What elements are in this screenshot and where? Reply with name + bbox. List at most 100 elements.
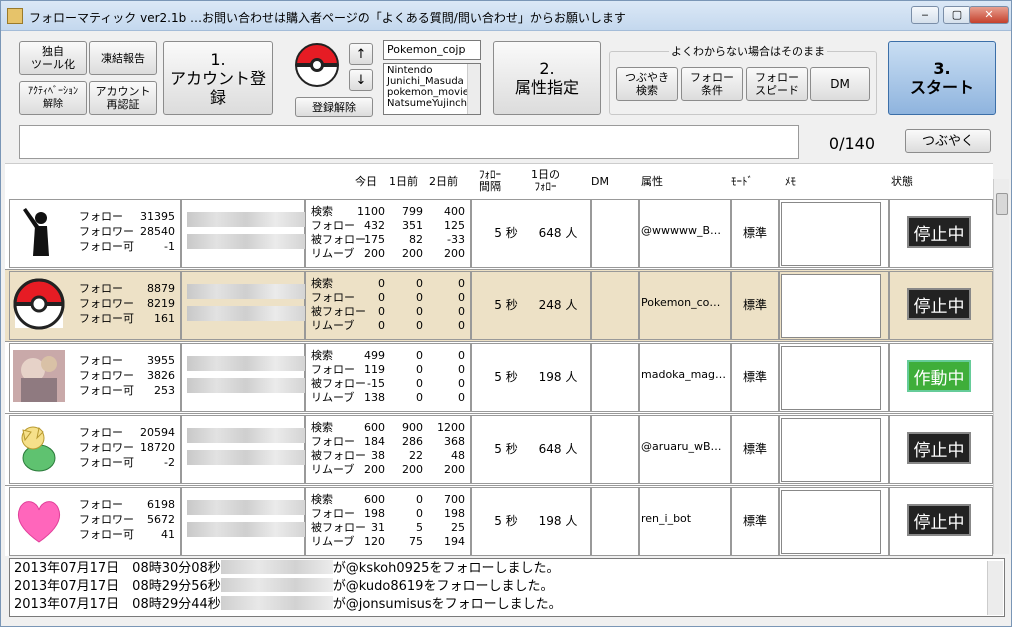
grid-value: 0 (378, 291, 385, 304)
activity-grid: 検索 600 900 1200 フォロー 184 286 368 被フォロー 38 22 48 リムーブ… (311, 421, 469, 477)
status-toggle-button[interactable]: 作動中 (907, 360, 971, 392)
account-list-scrollbar[interactable] (467, 64, 480, 114)
grid-value: 351 (402, 219, 423, 232)
header-1day: 1日前 (389, 175, 418, 188)
reauth-button[interactable]: アカウント 再認証 (89, 81, 157, 115)
grid-value: 499 (364, 349, 385, 362)
app-window: フォローマティック ver2.1b …お問い合わせは購入者ページの「よくある質問… (0, 0, 1012, 627)
follow-interval: 5 秒 (494, 298, 518, 312)
attribute-button[interactable]: 2. 属性指定 (493, 41, 601, 115)
status-toggle-button[interactable]: 停止中 (907, 504, 971, 536)
grid-value: 0 (416, 305, 423, 318)
list-item[interactable]: NatsumeYujincho (387, 98, 473, 109)
memo-field[interactable] (781, 346, 881, 410)
grid-value: 0 (416, 363, 423, 376)
stat-label: フォロワー (79, 513, 134, 526)
grid-value: 175 (364, 233, 385, 246)
grid-value: 200 (364, 247, 385, 260)
table-row[interactable]: フォロー 3955 フォロワー 3826 フォロー可 253 検索 499 0 0 フォロー 119 0… (5, 342, 993, 414)
table-scrollbar-thumb[interactable] (996, 193, 1008, 215)
daily-follow: 198 人 (538, 514, 578, 528)
grid-value: 0 (458, 319, 465, 332)
account-stats: フォロー 20594 フォロワー 18720 フォロー可 -2 (79, 425, 175, 471)
table-row[interactable]: フォロー 20594 フォロワー 18720 フォロー可 -2 検索 600 900 1200 フォ… (5, 414, 993, 486)
dokuji-tool-button[interactable]: 独自 ツール化 (19, 41, 87, 75)
header-daily: 1日の ﾌｫﾛｰ (531, 168, 560, 193)
grid-value: 700 (444, 493, 465, 506)
log-scrollbar[interactable] (987, 561, 1003, 615)
list-item[interactable]: pokemon_movie (387, 87, 469, 98)
header-memo: ﾒﾓ (785, 175, 796, 188)
status-toggle-button[interactable]: 停止中 (907, 432, 971, 464)
stat-value: 18720 (140, 441, 175, 454)
grid-value: 0 (458, 349, 465, 362)
memo-field[interactable] (781, 274, 881, 338)
tweet-input[interactable] (19, 125, 799, 159)
blurred-name (187, 212, 305, 227)
grid-value: 0 (458, 305, 465, 318)
list-item[interactable]: Nintendo (387, 65, 464, 76)
grid-label: リムーブ (311, 535, 355, 548)
status-toggle-button[interactable]: 停止中 (907, 288, 971, 320)
move-down-button[interactable]: ↓ (349, 69, 373, 91)
mode-value: 標準 (742, 298, 767, 312)
list-item[interactable]: Junichi_Masuda (387, 76, 464, 87)
header-today: 今日 (355, 175, 377, 188)
memo-field[interactable] (781, 418, 881, 482)
table-row[interactable]: フォロー 8879 フォロワー 8219 フォロー可 161 検索 0 0 0 フォロー 0 0 0 被フォ… (5, 270, 993, 342)
grid-value: 75 (409, 535, 423, 548)
grid-value: 432 (364, 219, 385, 232)
tweet-button[interactable]: つぶやく (905, 129, 991, 153)
grid-label: 被フォロー (311, 233, 366, 246)
grid-value: 1200 (437, 421, 465, 434)
stat-label: フォロー (79, 498, 123, 511)
tweet-search-button[interactable]: つぶやき 検索 (616, 67, 678, 101)
maximize-button[interactable]: ▢ (943, 6, 971, 24)
grid-value: 38 (371, 449, 385, 462)
blurred-name (187, 306, 305, 321)
grid-value: 0 (416, 349, 423, 362)
grid-value: 0 (378, 319, 385, 332)
table-row[interactable]: フォロー 6198 フォロワー 5672 フォロー可 41 検索 600 0 700 フォロー 198… (5, 486, 993, 556)
grid-value: 184 (364, 435, 385, 448)
memo-field[interactable] (781, 202, 881, 266)
stat-label: フォロー (79, 282, 123, 295)
account-stats: フォロー 8879 フォロワー 8219 フォロー可 161 (79, 281, 175, 327)
accounts-table: 今日 1日前 2日前 ﾌｫﾛｰ 間隔 1日の ﾌｫﾛｰ DM 属性 ﾓｰﾄﾞ ﾒ… (5, 163, 993, 556)
stat-label: フォロワー (79, 441, 134, 454)
stat-label: フォロー (79, 210, 123, 223)
grid-label: 被フォロー (311, 305, 366, 318)
stat-label: フォロワー (79, 369, 134, 382)
follow-condition-button[interactable]: フォロー 条件 (681, 67, 743, 101)
grid-value: 194 (444, 535, 465, 548)
account-input[interactable]: Pokemon_cojp (383, 40, 481, 60)
grid-value: 82 (409, 233, 423, 246)
status-toggle-button[interactable]: 停止中 (907, 216, 971, 248)
deactivate-button[interactable]: ｱｸﾃｨﾍﾞｰｼｮﾝ 解除 (19, 81, 87, 115)
stat-value: 6198 (147, 498, 175, 511)
photo-avatar (13, 350, 65, 402)
stat-value: 3955 (147, 354, 175, 367)
account-list[interactable]: Nintendo Junichi_Masuda pokemon_movie Na… (383, 63, 481, 115)
freeze-report-button[interactable]: 凍結報告 (89, 41, 157, 75)
table-scrollbar[interactable] (993, 179, 1009, 554)
minimize-button[interactable]: ‒ (911, 6, 939, 24)
table-row[interactable]: フォロー 31395 フォロワー 28540 フォロー可 -1 検索 1100 799 400 フォ… (5, 198, 993, 270)
app-icon (7, 8, 23, 24)
grid-value: 5 (416, 521, 423, 534)
start-button[interactable]: 3. スタート (888, 41, 996, 115)
unregister-button[interactable]: 登録解除 (295, 97, 373, 117)
daily-follow: 648 人 (538, 442, 578, 456)
move-up-button[interactable]: ↑ (349, 43, 373, 65)
blurred-name (187, 500, 305, 515)
grid-value: 119 (364, 363, 385, 376)
header-status: 状態 (891, 175, 913, 188)
account-register-button[interactable]: 1. アカウント登録 (163, 41, 273, 115)
mode-value: 標準 (742, 514, 767, 528)
follow-speed-button[interactable]: フォロー スピード (746, 67, 808, 101)
memo-field[interactable] (781, 490, 881, 554)
grid-label: リムーブ (311, 247, 355, 260)
close-button[interactable]: ✕ (969, 6, 1009, 24)
dm-button[interactable]: DM (810, 67, 870, 101)
stat-value: 20594 (140, 426, 175, 439)
